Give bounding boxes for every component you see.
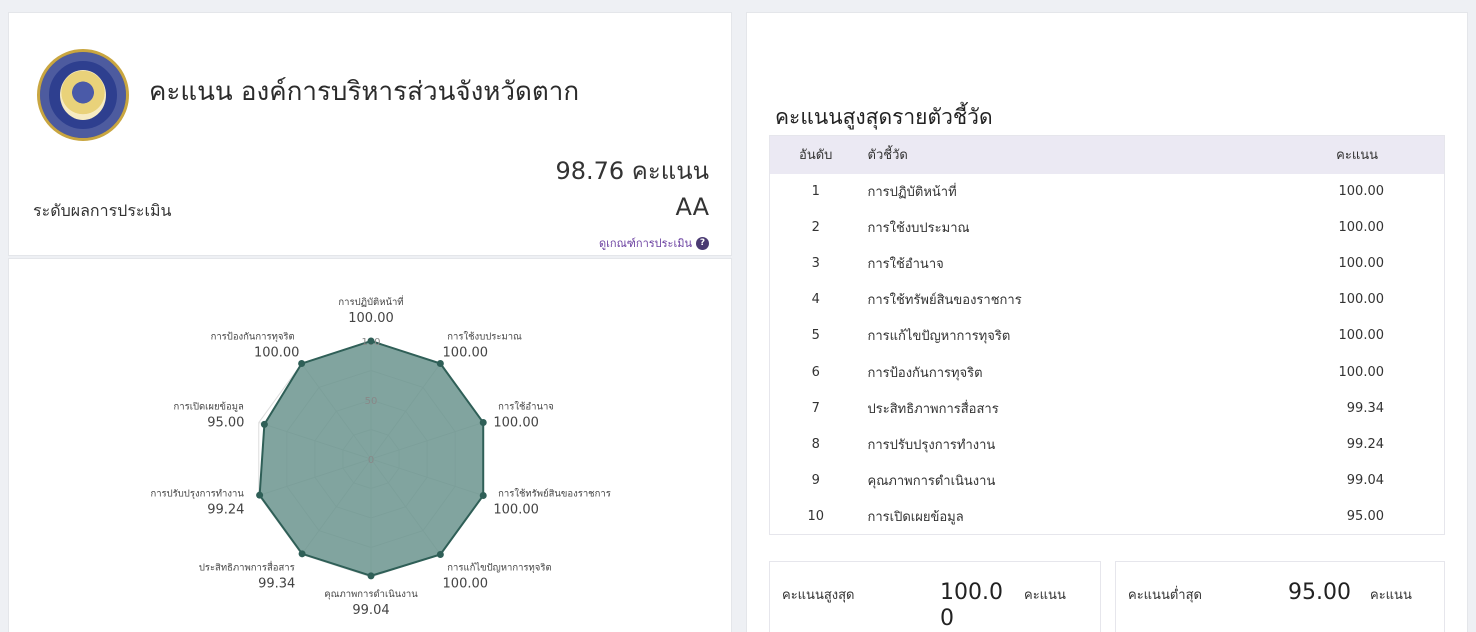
radar-category-label: การใช้งบประมาณ	[447, 331, 522, 343]
radar-point	[260, 420, 268, 428]
table-row: 2 การใช้งบประมาณ 100.00	[770, 210, 1445, 246]
help-icon[interactable]: ?	[696, 236, 709, 250]
row-name: การป้องกันการทุจริต	[867, 365, 983, 381]
radar-chart-card: 050100การปฏิบัติหน้าที่100.00การใช้งบประ…	[8, 258, 732, 632]
row-name: ประสิทธิภาพการสื่อสาร	[867, 401, 999, 417]
radar-point	[436, 360, 444, 368]
row-score: 95.00	[1346, 508, 1384, 524]
row-rank: 7	[811, 400, 820, 416]
row-score: 100.00	[1338, 364, 1385, 380]
org-title: คะแนน องค์การบริหารส่วนจังหวัดตาก	[149, 77, 580, 107]
row-rank: 2	[811, 220, 820, 236]
ranking-table: อันดับ ตัวชี้วัด คะแนน 1 การปฏิบัติหน้าท…	[769, 135, 1445, 535]
radar-value-label: 95.00	[207, 416, 244, 431]
min-score-unit: คะแนน	[1370, 588, 1412, 603]
row-rank: 4	[811, 292, 820, 308]
row-rank: 3	[811, 256, 820, 272]
radar-category-label: คุณภาพการดำเนินงาน	[324, 589, 418, 600]
org-score-card: คะแนน องค์การบริหารส่วนจังหวัดตาก 98.76 …	[8, 12, 732, 256]
level-value: AA	[675, 193, 709, 221]
row-name: การปรับปรุงการทำงาน	[867, 437, 996, 453]
min-score-value: 95.00	[1288, 580, 1351, 605]
row-score: 99.34	[1346, 400, 1384, 416]
radar-value-label: 100.00	[443, 346, 489, 361]
radar-value-label: 99.04	[352, 603, 389, 618]
radar-value-label: 99.34	[258, 576, 295, 591]
radar-category-label: การใช้ทรัพย์สินของราชการ	[498, 487, 611, 499]
radar-tick-label: 0	[368, 455, 374, 466]
row-rank: 10	[807, 508, 825, 524]
table-row: 10 การเปิดเผยข้อมูล 95.00	[770, 498, 1445, 534]
radar-value-label: 100.00	[348, 311, 394, 326]
radar-value-label: 100.00	[254, 346, 300, 361]
radar-category-label: ประสิทธิภาพการสื่อสาร	[199, 560, 295, 573]
table-row: 1 การปฏิบัติหน้าที่ 100.00	[770, 174, 1445, 210]
radar-value-label: 100.00	[493, 502, 539, 517]
table-row: 7 ประสิทธิภาพการสื่อสาร 99.34	[770, 390, 1445, 426]
row-rank: 1	[811, 184, 820, 200]
table-row: 9 คุณภาพการดำเนินงาน 99.04	[770, 462, 1445, 498]
radar-value-label: 100.00	[493, 416, 539, 431]
row-score: 100.00	[1338, 220, 1385, 236]
table-header-row: อันดับ ตัวชี้วัด คะแนน	[769, 135, 1445, 174]
col-score-header: คะแนน	[1284, 135, 1445, 174]
row-name: การใช้อำนาจ	[867, 257, 944, 273]
row-rank: 9	[811, 472, 820, 488]
radar-category-label: การใช้อำนาจ	[498, 401, 554, 413]
max-score-box: คะแนนสูงสุด 100.00 คะแนน	[769, 561, 1101, 632]
radar-point	[367, 572, 375, 580]
total-score: 98.76 คะแนน	[555, 157, 709, 185]
table-row: 8 การปรับปรุงการทำงาน 99.24	[770, 426, 1445, 462]
ranking-heading: คะแนนสูงสุดรายตัวชี้วัด	[775, 105, 993, 129]
col-name-header: ตัวชี้วัด	[861, 135, 1285, 174]
row-name: การเปิดเผยข้อมูล	[867, 509, 964, 525]
row-score: 99.04	[1346, 472, 1384, 488]
row-name: การใช้งบประมาณ	[867, 221, 970, 237]
min-score-box: คะแนนต่ำสุด 95.00 คะแนน	[1115, 561, 1445, 632]
radar-point	[298, 550, 306, 558]
radar-point	[367, 337, 375, 345]
radar-point	[436, 550, 444, 558]
row-name: คุณภาพการดำเนินงาน	[867, 473, 996, 489]
row-score: 100.00	[1338, 184, 1385, 200]
criteria-link-label: ดูเกณฑ์การประเมิน	[599, 237, 692, 250]
row-rank: 6	[811, 364, 820, 380]
radar-tick-label: 50	[365, 396, 378, 407]
row-rank: 8	[811, 436, 820, 452]
col-rank-header: อันดับ	[769, 135, 862, 174]
row-rank: 5	[811, 328, 820, 344]
radar-point	[298, 360, 306, 368]
radar-category-label: การแก้ไขปัญหาการทุจริต	[447, 561, 551, 573]
row-name: การใช้ทรัพย์สินของราชการ	[867, 293, 1022, 309]
radar-chart: 050100การปฏิบัติหน้าที่100.00การใช้งบประ…	[150, 295, 611, 618]
max-score-label: คะแนนสูงสุด	[782, 588, 855, 603]
radar-category-label: การปฏิบัติหน้าที่	[338, 295, 403, 308]
row-score: 100.00	[1338, 328, 1385, 344]
radar-point	[479, 491, 487, 499]
ranking-card: คะแนนสูงสุดรายตัวชี้วัด อันดับ ตัวชี้วัด…	[746, 12, 1468, 632]
min-score-label: คะแนนต่ำสุด	[1128, 588, 1202, 603]
org-seal-logo	[37, 49, 129, 141]
radar-point	[479, 419, 487, 427]
radar-point	[256, 491, 264, 499]
table-row: 5 การแก้ไขปัญหาการทุจริต 100.00	[770, 318, 1445, 354]
max-score-unit: คะแนน	[1024, 588, 1066, 603]
max-score-value: 100.00	[940, 580, 1003, 631]
table-row: 6 การป้องกันการทุจริต 100.00	[770, 354, 1445, 390]
row-score: 100.00	[1338, 292, 1385, 308]
table-row: 4 การใช้ทรัพย์สินของราชการ 100.00	[770, 282, 1445, 318]
radar-value-label: 100.00	[443, 576, 489, 591]
row-name: การแก้ไขปัญหาการทุจริต	[867, 329, 1011, 345]
radar-category-label: การป้องกันการทุจริต	[211, 332, 295, 343]
row-score: 99.24	[1346, 436, 1384, 452]
level-label: ระดับผลการประเมิน	[33, 201, 172, 220]
radar-category-label: การเปิดเผยข้อมูล	[174, 402, 244, 413]
criteria-link[interactable]: ดูเกณฑ์การประเมิน ?	[599, 234, 709, 252]
table-row: 3 การใช้อำนาจ 100.00	[770, 246, 1445, 282]
row-score: 100.00	[1338, 256, 1385, 272]
row-name: การปฏิบัติหน้าที่	[867, 185, 957, 201]
radar-category-label: การปรับปรุงการทำงาน	[150, 488, 244, 499]
radar-value-label: 99.24	[207, 502, 244, 517]
